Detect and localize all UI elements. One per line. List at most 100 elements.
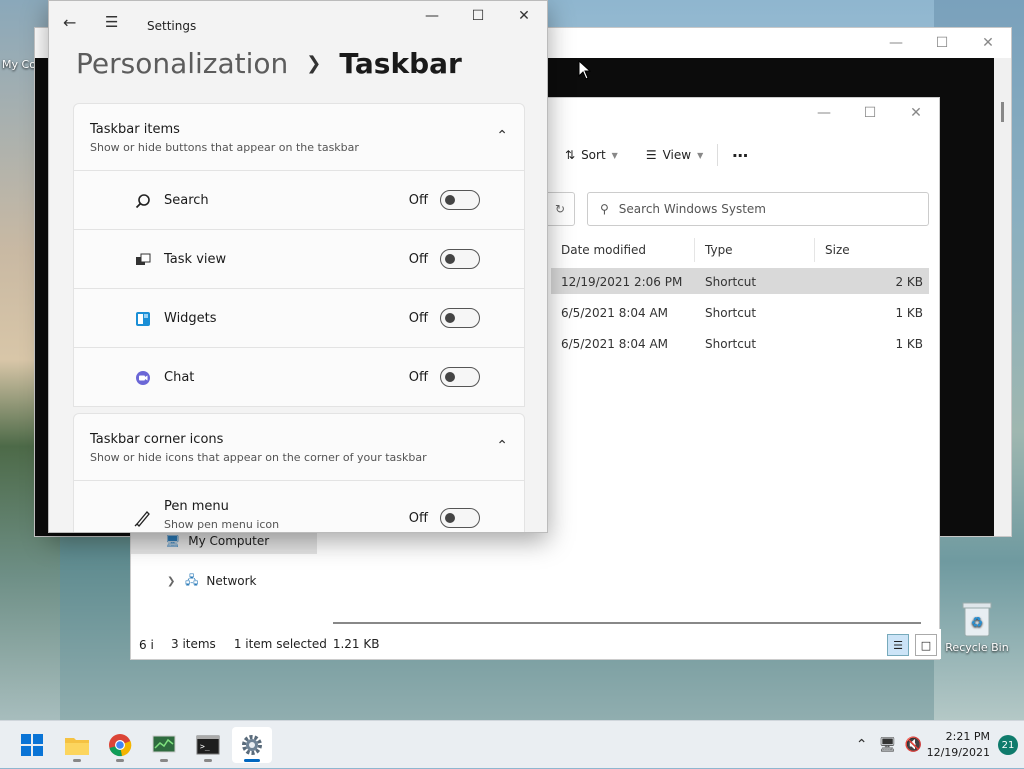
widgets-toggle[interactable]	[440, 308, 480, 328]
search-icon	[132, 190, 154, 212]
search-toggle[interactable]	[440, 190, 480, 210]
refresh-button[interactable]: ↻	[545, 192, 575, 226]
close-icon[interactable]: ✕	[893, 98, 939, 128]
clock-date: 12/19/2021	[926, 746, 990, 759]
pen-icon	[132, 507, 154, 529]
navigation-pane: 🖥 My Computer ❯ 🖧 Network	[131, 528, 317, 594]
row-size: 1 KB	[895, 337, 923, 351]
search-icon: ⚲	[600, 202, 609, 216]
row-size: 1 KB	[895, 306, 923, 320]
sort-label: Sort	[581, 148, 606, 162]
taskbar-items-header[interactable]: Taskbar items Show or hide buttons that …	[73, 103, 525, 171]
back-arrow-icon[interactable]: ←	[63, 13, 76, 32]
column-type[interactable]: Type	[695, 238, 815, 262]
status-size: 1.21 KB	[332, 637, 380, 651]
recycle-bin-icon: ♻	[962, 602, 992, 637]
setting-row-search: Search Off	[73, 171, 525, 230]
row-type: Shortcut	[705, 306, 757, 320]
nav-label: Network	[206, 574, 257, 588]
setting-label: Chat	[164, 370, 195, 385]
settings-titlebar[interactable]: ← ☰ Settings — ☐ ✕	[49, 1, 547, 49]
svg-text:>_: >_	[200, 742, 210, 751]
status-bar: 3 items 1 item selected 1.21 KB ☰ □	[157, 629, 941, 659]
table-row[interactable]: 6/5/2021 8:04 AM Shortcut 1 KB	[551, 330, 929, 356]
row-date: 6/5/2021 8:04 AM	[561, 337, 669, 351]
status-item-count: 3 items	[171, 637, 216, 651]
minimize-icon[interactable]: —	[801, 98, 847, 128]
view-button[interactable]: ☰ View ▼	[632, 148, 717, 162]
section-subtitle: Show or hide icons that appear on the co…	[90, 451, 427, 464]
setting-label: Search	[164, 193, 209, 208]
settings-window[interactable]: ← ☰ Settings — ☐ ✕ Personalization ❯ Tas…	[48, 0, 548, 533]
clock[interactable]: 2:21 PM 12/19/2021	[927, 729, 990, 761]
start-button[interactable]	[12, 727, 52, 763]
hamburger-menu-icon[interactable]: ☰	[105, 13, 118, 31]
close-icon[interactable]: ✕	[501, 1, 547, 31]
maximize-icon[interactable]: ☐	[455, 1, 501, 31]
taskbar-command-prompt[interactable]: >_	[188, 727, 228, 763]
settings-content: Taskbar items Show or hide buttons that …	[73, 103, 525, 532]
taskbar-file-explorer[interactable]	[57, 727, 97, 763]
details-view-icon[interactable]: ☰	[887, 634, 909, 656]
page-title: Taskbar	[339, 47, 462, 80]
sort-icon: ⇅	[565, 148, 576, 162]
large-icons-view-icon[interactable]: □	[915, 634, 937, 656]
taskbar-task-manager[interactable]	[144, 727, 184, 763]
search-input[interactable]: ⚲ Search Windows System	[587, 192, 929, 226]
mouse-cursor-icon	[578, 60, 592, 80]
recycle-bin-label: Recycle Bin	[945, 641, 1009, 654]
pen-menu-toggle[interactable]	[440, 508, 480, 528]
settings-icon	[242, 735, 262, 755]
recycle-bin-desktop-icon[interactable]: ♻ Recycle Bin	[942, 600, 1012, 654]
desktop-icon-computer[interactable]: My Co	[2, 58, 36, 71]
chevron-up-icon[interactable]: ⌃	[496, 128, 508, 144]
nav-label: My Computer	[188, 534, 270, 548]
svg-text:♻: ♻	[971, 615, 984, 631]
column-date-modified[interactable]: Date modified	[551, 238, 695, 262]
taskbar-chrome[interactable]	[100, 727, 140, 763]
table-row[interactable]: 6/5/2021 8:04 AM Shortcut 1 KB	[551, 299, 929, 325]
chevron-up-icon[interactable]: ⌃	[496, 438, 508, 454]
taskbar-corner-icons-header[interactable]: Taskbar corner icons Show or hide icons …	[73, 413, 525, 481]
notification-badge[interactable]: 21	[998, 735, 1018, 755]
setting-label: Task view	[164, 252, 227, 267]
taskbar-settings[interactable]	[232, 727, 272, 763]
breadcrumb: Personalization ❯ Taskbar	[76, 47, 462, 80]
chevron-up-icon[interactable]: ⌃	[849, 737, 875, 753]
column-size[interactable]: Size	[815, 238, 893, 262]
cmd-scrollbar[interactable]	[994, 58, 1011, 536]
volume-muted-icon[interactable]: 🔇	[901, 737, 927, 753]
row-size: 2 KB	[895, 275, 923, 289]
horizontal-scrollbar[interactable]	[317, 617, 937, 629]
nav-item-network[interactable]: ❯ 🖧 Network	[131, 568, 317, 594]
setting-label: Widgets	[164, 311, 217, 326]
breadcrumb-personalization[interactable]: Personalization	[76, 47, 288, 80]
taskbar: >_ ⌃ 🖥 🔇 2:21 PM 12/19/2021 21	[0, 720, 1024, 768]
task-view-toggle[interactable]	[440, 249, 480, 269]
close-icon[interactable]: ✕	[965, 28, 1011, 58]
column-header-row: Date modified Type Size	[551, 238, 893, 266]
table-row[interactable]: 12/19/2021 2:06 PM Shortcut 2 KB	[551, 268, 929, 294]
setting-row-chat: Chat Off	[73, 348, 525, 407]
maximize-icon[interactable]: ☐	[847, 98, 893, 128]
row-type: Shortcut	[705, 337, 757, 351]
chrome-icon	[109, 734, 132, 757]
file-explorer-icon	[65, 738, 89, 755]
setting-label: Pen menu	[164, 499, 229, 514]
chevron-down-icon: ▼	[697, 150, 704, 160]
left-status-count: 6 i	[139, 638, 154, 652]
view-label: View	[662, 148, 692, 162]
more-options-button[interactable]: ⋯	[718, 146, 762, 165]
network-status-icon[interactable]: 🖥	[875, 737, 901, 753]
chevron-right-icon: ❯	[306, 53, 322, 74]
maximize-icon[interactable]: ☐	[919, 28, 965, 58]
widgets-icon	[132, 308, 154, 330]
toggle-state-label: Off	[408, 252, 428, 267]
minimize-icon[interactable]: —	[409, 1, 455, 31]
row-type: Shortcut	[705, 275, 757, 289]
command-prompt-icon: >_	[196, 735, 220, 755]
chat-toggle[interactable]	[440, 367, 480, 387]
more-icon: ⋯	[732, 145, 749, 165]
sort-button[interactable]: ⇅ Sort ▼	[551, 148, 632, 162]
minimize-icon[interactable]: —	[873, 28, 919, 58]
